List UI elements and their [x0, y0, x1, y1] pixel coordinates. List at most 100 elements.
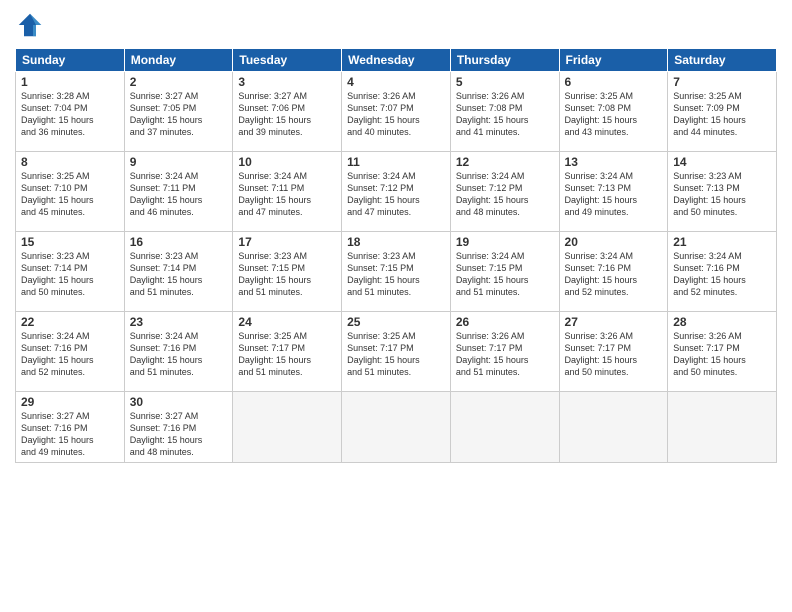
table-row: 22Sunrise: 3:24 AM Sunset: 7:16 PM Dayli…: [16, 312, 125, 392]
table-row: 11Sunrise: 3:24 AM Sunset: 7:12 PM Dayli…: [342, 152, 451, 232]
page: Sunday Monday Tuesday Wednesday Thursday…: [0, 0, 792, 612]
day-info: Sunrise: 3:28 AM Sunset: 7:04 PM Dayligh…: [21, 90, 119, 139]
day-info: Sunrise: 3:27 AM Sunset: 7:16 PM Dayligh…: [21, 410, 119, 459]
day-info: Sunrise: 3:27 AM Sunset: 7:05 PM Dayligh…: [130, 90, 228, 139]
table-row: [450, 392, 559, 463]
col-thursday: Thursday: [450, 49, 559, 72]
day-number: 24: [238, 315, 336, 329]
day-info: Sunrise: 3:23 AM Sunset: 7:13 PM Dayligh…: [673, 170, 771, 219]
day-number: 4: [347, 75, 445, 89]
day-info: Sunrise: 3:27 AM Sunset: 7:16 PM Dayligh…: [130, 410, 228, 459]
table-row: 29Sunrise: 3:27 AM Sunset: 7:16 PM Dayli…: [16, 392, 125, 463]
day-number: 14: [673, 155, 771, 169]
header: [15, 10, 777, 40]
day-info: Sunrise: 3:24 AM Sunset: 7:16 PM Dayligh…: [565, 250, 663, 299]
day-number: 2: [130, 75, 228, 89]
table-row: 18Sunrise: 3:23 AM Sunset: 7:15 PM Dayli…: [342, 232, 451, 312]
table-row: 9Sunrise: 3:24 AM Sunset: 7:11 PM Daylig…: [124, 152, 233, 232]
day-info: Sunrise: 3:23 AM Sunset: 7:15 PM Dayligh…: [347, 250, 445, 299]
day-number: 28: [673, 315, 771, 329]
day-number: 12: [456, 155, 554, 169]
table-row: 6Sunrise: 3:25 AM Sunset: 7:08 PM Daylig…: [559, 72, 668, 152]
table-row: 14Sunrise: 3:23 AM Sunset: 7:13 PM Dayli…: [668, 152, 777, 232]
table-row: 17Sunrise: 3:23 AM Sunset: 7:15 PM Dayli…: [233, 232, 342, 312]
day-info: Sunrise: 3:24 AM Sunset: 7:12 PM Dayligh…: [347, 170, 445, 219]
table-row: [342, 392, 451, 463]
day-number: 7: [673, 75, 771, 89]
table-row: 25Sunrise: 3:25 AM Sunset: 7:17 PM Dayli…: [342, 312, 451, 392]
table-row: [668, 392, 777, 463]
table-row: 13Sunrise: 3:24 AM Sunset: 7:13 PM Dayli…: [559, 152, 668, 232]
day-number: 29: [21, 395, 119, 409]
day-info: Sunrise: 3:27 AM Sunset: 7:06 PM Dayligh…: [238, 90, 336, 139]
day-info: Sunrise: 3:24 AM Sunset: 7:16 PM Dayligh…: [21, 330, 119, 379]
table-row: 10Sunrise: 3:24 AM Sunset: 7:11 PM Dayli…: [233, 152, 342, 232]
table-row: 20Sunrise: 3:24 AM Sunset: 7:16 PM Dayli…: [559, 232, 668, 312]
table-row: 30Sunrise: 3:27 AM Sunset: 7:16 PM Dayli…: [124, 392, 233, 463]
day-info: Sunrise: 3:25 AM Sunset: 7:17 PM Dayligh…: [347, 330, 445, 379]
day-info: Sunrise: 3:23 AM Sunset: 7:14 PM Dayligh…: [21, 250, 119, 299]
day-info: Sunrise: 3:24 AM Sunset: 7:15 PM Dayligh…: [456, 250, 554, 299]
day-info: Sunrise: 3:24 AM Sunset: 7:13 PM Dayligh…: [565, 170, 663, 219]
col-saturday: Saturday: [668, 49, 777, 72]
table-row: 3Sunrise: 3:27 AM Sunset: 7:06 PM Daylig…: [233, 72, 342, 152]
table-row: 4Sunrise: 3:26 AM Sunset: 7:07 PM Daylig…: [342, 72, 451, 152]
col-monday: Monday: [124, 49, 233, 72]
day-number: 18: [347, 235, 445, 249]
table-row: 2Sunrise: 3:27 AM Sunset: 7:05 PM Daylig…: [124, 72, 233, 152]
table-row: 15Sunrise: 3:23 AM Sunset: 7:14 PM Dayli…: [16, 232, 125, 312]
day-info: Sunrise: 3:25 AM Sunset: 7:17 PM Dayligh…: [238, 330, 336, 379]
day-info: Sunrise: 3:25 AM Sunset: 7:09 PM Dayligh…: [673, 90, 771, 139]
table-row: [233, 392, 342, 463]
day-info: Sunrise: 3:26 AM Sunset: 7:17 PM Dayligh…: [565, 330, 663, 379]
day-number: 1: [21, 75, 119, 89]
day-number: 6: [565, 75, 663, 89]
day-info: Sunrise: 3:24 AM Sunset: 7:11 PM Dayligh…: [238, 170, 336, 219]
table-row: 16Sunrise: 3:23 AM Sunset: 7:14 PM Dayli…: [124, 232, 233, 312]
day-number: 3: [238, 75, 336, 89]
table-row: 24Sunrise: 3:25 AM Sunset: 7:17 PM Dayli…: [233, 312, 342, 392]
col-tuesday: Tuesday: [233, 49, 342, 72]
header-row: Sunday Monday Tuesday Wednesday Thursday…: [16, 49, 777, 72]
table-row: 27Sunrise: 3:26 AM Sunset: 7:17 PM Dayli…: [559, 312, 668, 392]
table-row: 26Sunrise: 3:26 AM Sunset: 7:17 PM Dayli…: [450, 312, 559, 392]
day-number: 16: [130, 235, 228, 249]
day-number: 30: [130, 395, 228, 409]
day-number: 5: [456, 75, 554, 89]
calendar-table: Sunday Monday Tuesday Wednesday Thursday…: [15, 48, 777, 463]
table-row: 8Sunrise: 3:25 AM Sunset: 7:10 PM Daylig…: [16, 152, 125, 232]
day-number: 9: [130, 155, 228, 169]
day-number: 11: [347, 155, 445, 169]
day-number: 25: [347, 315, 445, 329]
table-row: 7Sunrise: 3:25 AM Sunset: 7:09 PM Daylig…: [668, 72, 777, 152]
col-wednesday: Wednesday: [342, 49, 451, 72]
day-number: 15: [21, 235, 119, 249]
day-info: Sunrise: 3:24 AM Sunset: 7:16 PM Dayligh…: [673, 250, 771, 299]
table-row: 28Sunrise: 3:26 AM Sunset: 7:17 PM Dayli…: [668, 312, 777, 392]
day-info: Sunrise: 3:23 AM Sunset: 7:14 PM Dayligh…: [130, 250, 228, 299]
day-info: Sunrise: 3:26 AM Sunset: 7:07 PM Dayligh…: [347, 90, 445, 139]
day-number: 22: [21, 315, 119, 329]
day-info: Sunrise: 3:26 AM Sunset: 7:17 PM Dayligh…: [456, 330, 554, 379]
table-row: 12Sunrise: 3:24 AM Sunset: 7:12 PM Dayli…: [450, 152, 559, 232]
logo-icon: [15, 10, 45, 40]
day-number: 8: [21, 155, 119, 169]
day-info: Sunrise: 3:26 AM Sunset: 7:17 PM Dayligh…: [673, 330, 771, 379]
day-number: 26: [456, 315, 554, 329]
day-number: 19: [456, 235, 554, 249]
table-row: 19Sunrise: 3:24 AM Sunset: 7:15 PM Dayli…: [450, 232, 559, 312]
day-info: Sunrise: 3:26 AM Sunset: 7:08 PM Dayligh…: [456, 90, 554, 139]
table-row: 1Sunrise: 3:28 AM Sunset: 7:04 PM Daylig…: [16, 72, 125, 152]
day-number: 23: [130, 315, 228, 329]
day-number: 27: [565, 315, 663, 329]
day-info: Sunrise: 3:24 AM Sunset: 7:16 PM Dayligh…: [130, 330, 228, 379]
day-info: Sunrise: 3:24 AM Sunset: 7:12 PM Dayligh…: [456, 170, 554, 219]
day-number: 20: [565, 235, 663, 249]
logo: [15, 10, 49, 40]
table-row: 21Sunrise: 3:24 AM Sunset: 7:16 PM Dayli…: [668, 232, 777, 312]
day-number: 13: [565, 155, 663, 169]
day-info: Sunrise: 3:24 AM Sunset: 7:11 PM Dayligh…: [130, 170, 228, 219]
table-row: 23Sunrise: 3:24 AM Sunset: 7:16 PM Dayli…: [124, 312, 233, 392]
col-sunday: Sunday: [16, 49, 125, 72]
day-number: 17: [238, 235, 336, 249]
